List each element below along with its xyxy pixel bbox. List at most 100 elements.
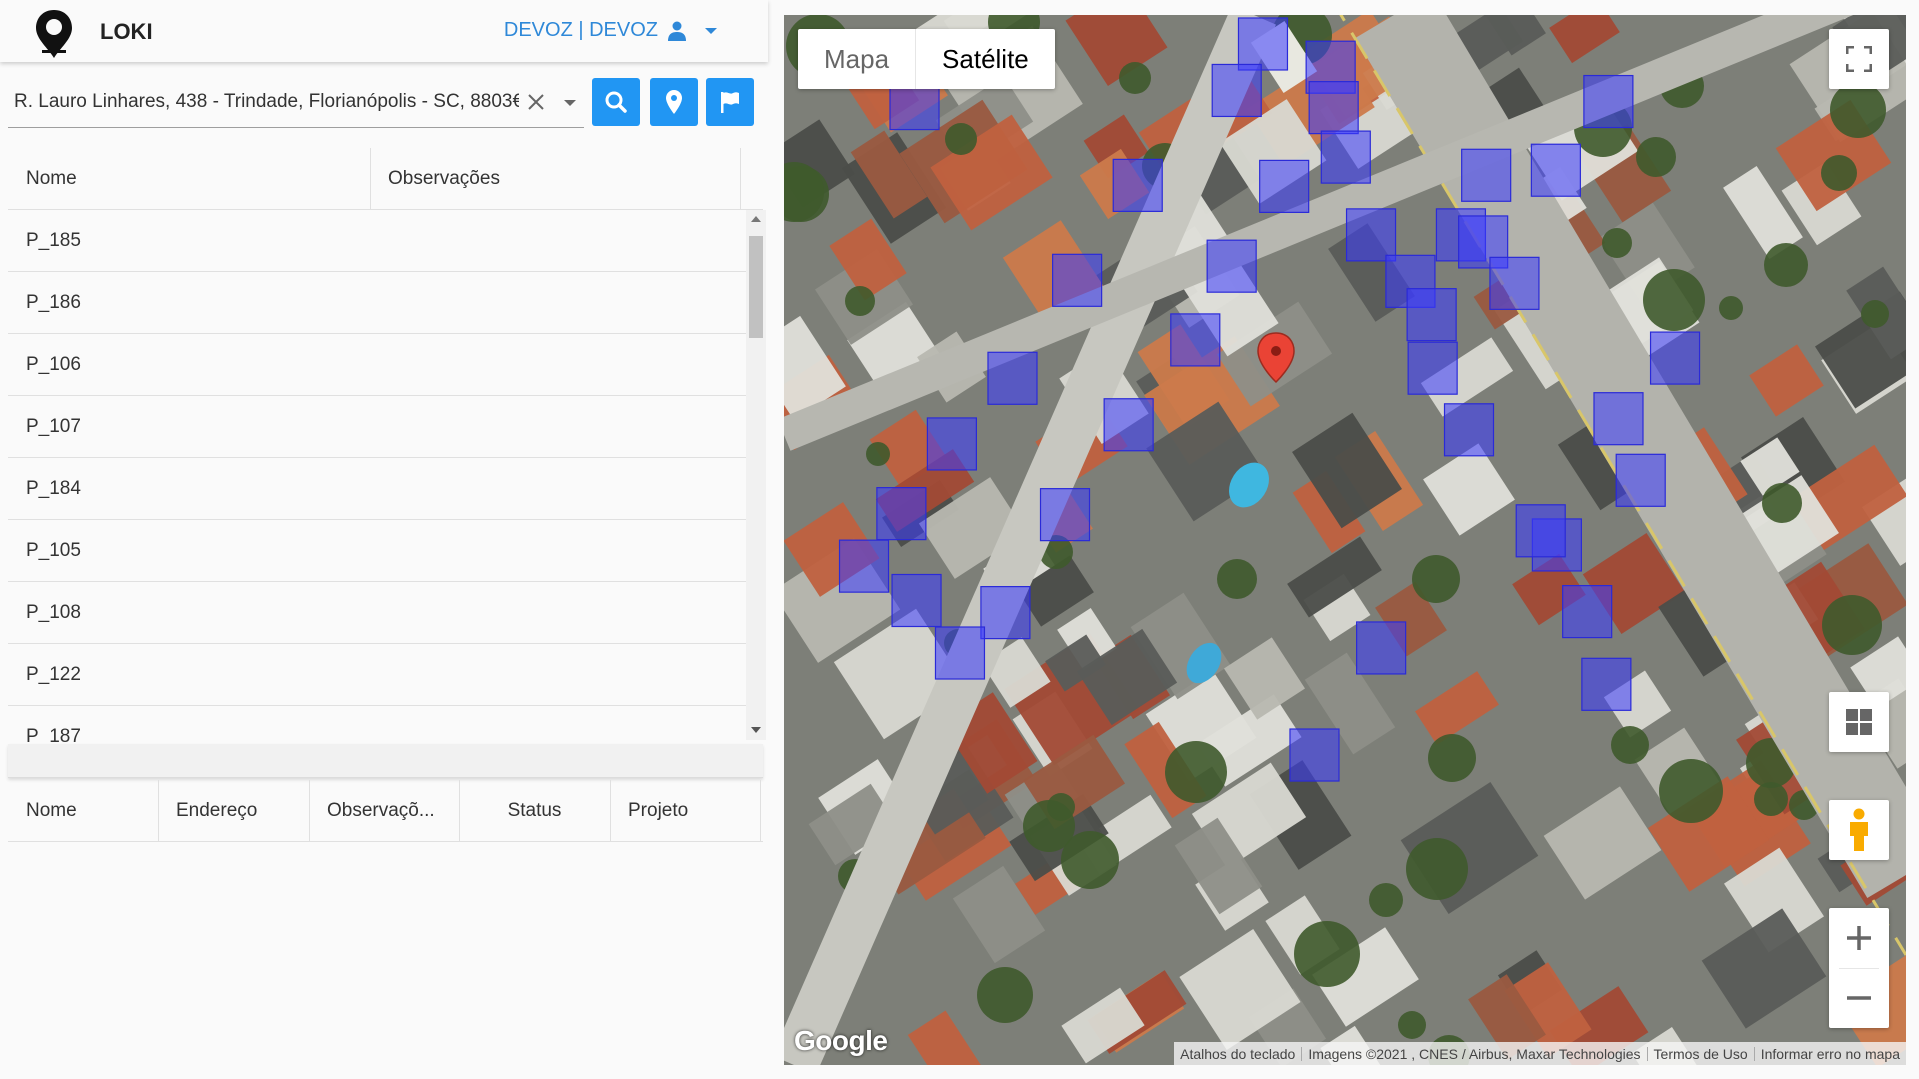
user-menu[interactable]: DEVOZ | DEVOZ (504, 19, 718, 42)
map-type-satelite-button[interactable]: Satélite (916, 29, 1055, 89)
pegman-icon (1850, 808, 1868, 851)
caret-down-icon[interactable] (704, 26, 718, 36)
table-row[interactable]: P_107 (8, 396, 748, 458)
overlay-square (1583, 74, 1634, 129)
cell-nome: P_184 (26, 478, 81, 499)
tree (845, 286, 875, 316)
locate-button[interactable] (650, 78, 698, 126)
table-row[interactable]: P_122 (8, 644, 748, 706)
tree (1611, 726, 1649, 764)
column-divider[interactable] (740, 148, 741, 210)
overlay-square (1289, 728, 1340, 782)
map-attribution: Atalhos do teclado Imagens ©2021 , CNES … (1174, 1042, 1906, 1065)
overlay-square (1320, 130, 1371, 184)
terms-link[interactable]: Termos de Uso (1648, 1046, 1754, 1062)
table-row[interactable]: P_187 (8, 706, 748, 744)
map-view[interactable]: Mapa Satélite Google Atalhos do teclado … (784, 15, 1906, 1065)
map-marker-icon (666, 90, 682, 114)
scroll-up-icon[interactable] (751, 216, 761, 222)
map-pin-logo-icon (34, 8, 74, 60)
tree (1762, 483, 1802, 523)
column-header-observacoes[interactable]: Observaçõ... (309, 780, 459, 842)
overlay-square (1112, 158, 1163, 212)
tree (1217, 559, 1257, 599)
close-icon[interactable] (524, 90, 548, 114)
overlay-square (1489, 256, 1540, 310)
overlay-square (891, 573, 942, 628)
tree (945, 123, 977, 155)
map-type-control: Mapa Satélite (798, 29, 1055, 89)
tree (1398, 1011, 1426, 1039)
column-header-endereco[interactable]: Endereço (158, 780, 309, 842)
table-row[interactable]: P_186 (8, 272, 748, 334)
points-grid-body: P_185 P_186 P_106 P_107 P_184 P_105 P_108 P_122… (8, 210, 748, 744)
satellite-imagery[interactable] (784, 15, 1906, 1065)
column-header-status[interactable]: Status (459, 780, 610, 842)
street-view-pegman[interactable] (1829, 800, 1889, 860)
details-grid-header: Nome Endereço Observaçõ... Status Projet… (8, 780, 763, 842)
overlay-square (1443, 403, 1495, 457)
zoom-in-button[interactable] (1829, 908, 1889, 968)
table-row[interactable]: P_106 (8, 334, 748, 396)
address-search-bar (8, 78, 768, 128)
column-header-observacoes[interactable]: Observações (370, 148, 740, 210)
report-error-link[interactable]: Informar erro no mapa (1755, 1046, 1906, 1062)
tree (866, 442, 890, 466)
table-row[interactable]: P_105 (8, 520, 748, 582)
overlay-square (934, 626, 986, 680)
overlay-square (926, 417, 977, 471)
overlay-square (1211, 63, 1262, 118)
overlay-square (987, 351, 1038, 405)
cell-nome: P_105 (26, 540, 81, 561)
column-header-projeto[interactable]: Projeto (610, 780, 760, 842)
google-logo[interactable]: Google (794, 1025, 888, 1057)
scroll-down-icon[interactable] (751, 727, 761, 733)
tree (1861, 300, 1889, 328)
zoom-out-button[interactable] (1829, 968, 1889, 1028)
tree (1821, 155, 1857, 191)
points-grid: Nome Observações P_185 P_186 P_106 P_107 P_1… (8, 148, 766, 744)
column-divider (760, 780, 761, 842)
overlay-square (1356, 621, 1407, 675)
overlay-square (1649, 331, 1701, 385)
tree (1119, 62, 1151, 94)
map-type-mapa-button[interactable]: Mapa (798, 29, 917, 89)
overlay-square (1581, 657, 1632, 711)
overlay-square (1237, 17, 1289, 71)
flag-button[interactable] (706, 78, 754, 126)
overlay-square (1615, 453, 1666, 507)
fullscreen-button[interactable] (1829, 29, 1889, 89)
address-search-input[interactable] (14, 88, 519, 116)
tree (1023, 800, 1075, 852)
search-button[interactable] (592, 78, 640, 126)
points-grid-scrollbar[interactable] (746, 210, 766, 740)
overlay-square (1593, 392, 1644, 446)
table-row[interactable]: P_184 (8, 458, 748, 520)
grid-splitter[interactable] (8, 744, 763, 778)
flag-icon (721, 92, 739, 113)
overlay-square (1052, 253, 1103, 307)
cell-nome: P_106 (26, 354, 81, 375)
table-row[interactable]: P_108 (8, 582, 748, 644)
tree (1830, 82, 1886, 138)
tree (1294, 921, 1360, 987)
overlay-square (1308, 81, 1359, 135)
caret-down-icon[interactable] (561, 94, 579, 112)
overlay-square (1170, 313, 1221, 367)
keyboard-shortcuts-link[interactable]: Atalhos do teclado (1174, 1046, 1301, 1062)
tree (1406, 838, 1468, 900)
layers-button[interactable] (1829, 692, 1889, 752)
grid-layers-icon (1846, 709, 1872, 735)
cell-nome: P_108 (26, 602, 81, 623)
overlay-square (1103, 398, 1154, 452)
overlay-square (876, 487, 927, 541)
column-header-nome[interactable]: Nome (8, 148, 368, 210)
column-header-nome[interactable]: Nome (8, 780, 158, 842)
table-row[interactable]: P_185 (8, 210, 748, 272)
overlay-square (1206, 239, 1257, 293)
scroll-thumb[interactable] (749, 236, 763, 338)
app-name: LOKI (100, 19, 153, 44)
user-label[interactable]: DEVOZ | DEVOZ (504, 19, 658, 42)
points-grid-header: Nome Observações (8, 148, 763, 210)
fullscreen-icon (1846, 46, 1872, 72)
